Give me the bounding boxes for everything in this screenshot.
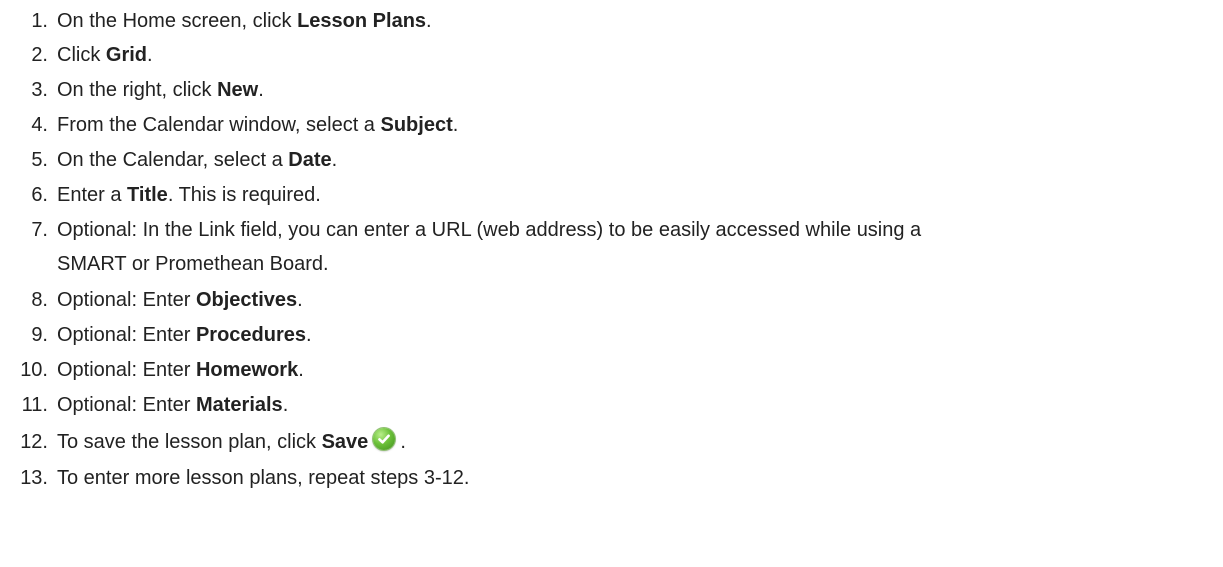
step-item: 12. To save the lesson plan, click Save.: [0, 425, 406, 459]
step-item: 11. Optional: Enter Materials.: [0, 388, 289, 422]
step-item: 6. Enter a Title. This is required.: [0, 178, 321, 212]
step-item: 1. On the Home screen, click Lesson Plans…: [0, 4, 432, 38]
step-keyword: Save: [321, 431, 369, 453]
step-text: To enter more lesson plans, repeat steps…: [57, 467, 470, 489]
step-text-end: .: [306, 324, 312, 346]
step-keyword: Objectives: [195, 289, 298, 311]
step-text: On the Calendar, select a: [57, 149, 289, 171]
step-number: 13.: [20, 467, 48, 489]
instruction-list: 1. On the Home screen, click Lesson Plans…: [0, 0, 1223, 567]
step-number: 9.: [31, 324, 48, 346]
checkmark-icon: [373, 428, 396, 450]
step-keyword: New: [217, 79, 259, 101]
step-text-end: .: [331, 149, 338, 171]
step-keyword: Materials: [195, 394, 283, 416]
step-keyword: Homework: [195, 359, 299, 381]
step-text-end: .: [298, 359, 304, 381]
step-text-end: . This is required.: [167, 184, 321, 206]
step-number: 4.: [31, 114, 48, 136]
step-item: 5. On the Calendar, select a Date.: [0, 143, 337, 177]
step-text-end: .: [452, 114, 459, 136]
step-keyword: Grid: [105, 44, 148, 66]
step-item: 9. Optional: Enter Procedures.: [0, 318, 312, 352]
step-text: From the Calendar window, select a: [57, 114, 381, 136]
step-keyword: Lesson Plans: [297, 10, 427, 32]
step-text: Optional: Enter: [57, 324, 196, 346]
step-number: 3.: [31, 79, 48, 101]
step-keyword: Subject: [380, 114, 453, 136]
step-item: 3. On the right, click New.: [0, 73, 264, 107]
step-text-end: .: [147, 44, 153, 66]
step-item: 13. To enter more lesson plans, repeat st…: [0, 461, 469, 495]
step-item: 10. Optional: Enter Homework.: [0, 353, 304, 387]
step-text: Optional: Enter: [57, 359, 196, 381]
step-text-end: .: [282, 394, 289, 416]
step-text-end: .: [426, 10, 432, 32]
step-number: 1.: [31, 10, 48, 32]
step-text: On the Home screen, click: [57, 10, 298, 32]
step-number: 11.: [21, 394, 48, 416]
step-text: On the right, click: [57, 79, 218, 101]
step-text: To save the lesson plan, click: [57, 431, 322, 453]
step-item: 2. Click Grid.: [0, 38, 153, 72]
step-keyword: Title: [127, 184, 168, 206]
step-text: Optional: Enter: [57, 394, 196, 416]
step-keyword: Procedures: [195, 324, 307, 346]
step-number: 10.: [20, 359, 48, 381]
step-text-continued: SMART or Promethean Board.: [57, 253, 329, 275]
step-item: 8. Optional: Enter Objectives.: [0, 283, 303, 317]
step-text: Optional: Enter: [57, 289, 196, 311]
step-item: 4. From the Calendar window, select a Sub…: [0, 108, 458, 142]
step-text-end: .: [400, 431, 406, 453]
step-text: Enter a: [57, 184, 128, 206]
step-text: Click: [57, 44, 106, 66]
step-text: Optional: In the Link field, you can ent…: [57, 219, 922, 241]
step-number: 12.: [20, 431, 48, 453]
step-number: 2.: [31, 44, 48, 66]
step-number: 6.: [31, 184, 48, 206]
step-number: 8.: [31, 289, 48, 311]
step-keyword: Date: [288, 149, 332, 171]
step-text-end: .: [297, 289, 303, 311]
step-item: 7. Optional: In the Link field, you can e…: [0, 213, 921, 247]
step-number: 5.: [31, 149, 48, 171]
step-number: 7.: [31, 219, 48, 241]
step-text-end: .: [258, 79, 264, 101]
